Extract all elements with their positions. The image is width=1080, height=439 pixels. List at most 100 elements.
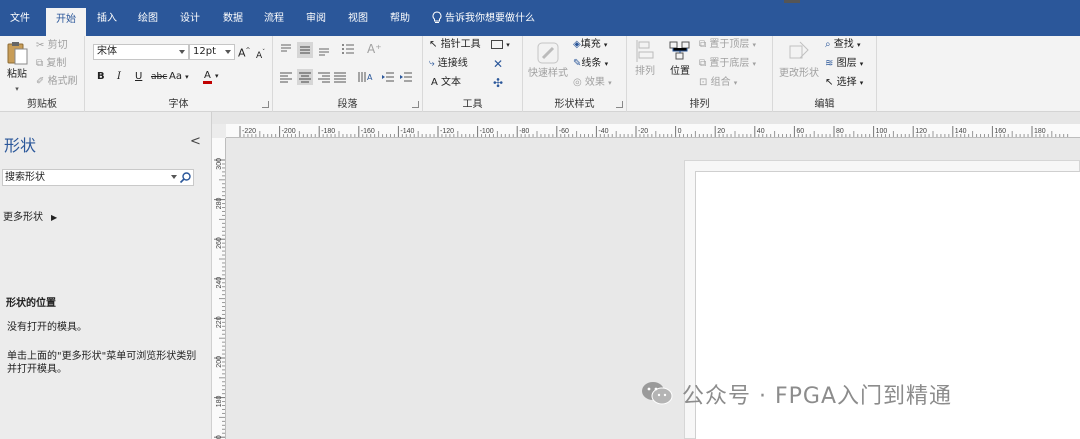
group-label-tools: 工具 xyxy=(462,99,483,110)
ruler-label: -40 xyxy=(598,128,608,135)
text-direction-icon[interactable]: A xyxy=(357,70,373,84)
tab-design[interactable]: 设计 xyxy=(176,10,204,28)
strikethrough-button[interactable]: abc xyxy=(151,70,167,84)
ruler-label: 120 xyxy=(915,128,927,135)
font-dialog-launcher[interactable] xyxy=(262,101,269,108)
pointer-tool-button[interactable]: ↖ 指针工具 xyxy=(429,38,481,52)
group-label-paragraph: 段落 xyxy=(337,99,358,110)
tab-view[interactable]: 视图 xyxy=(344,10,372,28)
copy-button[interactable]: ⧉ 复制 xyxy=(36,57,66,71)
effects-button[interactable]: ◎ 效果 ▾ xyxy=(573,76,612,90)
tab-home[interactable]: 开始 xyxy=(46,8,86,36)
increase-indent-icon[interactable] xyxy=(399,70,413,84)
line-label: 线条 xyxy=(581,58,602,69)
line-button[interactable]: ✎线条 ▾ xyxy=(573,57,608,71)
shrink-font-button[interactable]: Aˇ xyxy=(256,46,265,63)
bullets-icon[interactable] xyxy=(341,42,355,56)
align-objects-button[interactable]: 排列 xyxy=(633,40,657,79)
ruler-label: 160 xyxy=(216,435,223,439)
format-painter-button[interactable]: ✐ 格式刷 xyxy=(36,75,78,89)
tab-data[interactable]: 数据 xyxy=(219,10,247,28)
fill-button[interactable]: ◈填充 ▾ xyxy=(573,38,607,52)
pointer-icon: ↖ xyxy=(429,39,438,50)
brush-icon: ✐ xyxy=(36,76,45,87)
connection-point-icon[interactable]: ✣ xyxy=(493,76,503,90)
chevron-down-icon: ▾ xyxy=(15,85,19,93)
chevron-down-icon: ▾ xyxy=(752,41,757,49)
tell-me-search[interactable]: 告诉我你想要做什么 xyxy=(432,10,535,28)
group-clipboard: 粘贴 ▾ ✂ 剪切 ⧉ 复制 ✐ 格式刷 剪贴板 xyxy=(0,36,85,112)
tab-review[interactable]: 审阅 xyxy=(302,10,330,28)
shape-location-heading: 形状的位置 xyxy=(6,298,56,309)
decrease-indent-icon[interactable] xyxy=(381,70,395,84)
chevron-down-icon: ▾ xyxy=(608,79,612,87)
chevron-down-icon[interactable] xyxy=(171,175,177,179)
align-left-icon[interactable] xyxy=(279,70,293,84)
quick-styles-button[interactable]: 快速样式 xyxy=(527,40,569,81)
grow-font-label: A xyxy=(238,46,246,60)
align-center-icon[interactable] xyxy=(297,69,313,85)
underline-button[interactable]: U xyxy=(135,70,142,84)
paste-button[interactable]: 粘贴 ▾ xyxy=(4,40,30,96)
rectangle-tool-button[interactable]: ▾ xyxy=(491,38,510,52)
align-middle-icon[interactable] xyxy=(297,42,313,58)
shapes-pane-title: 形状 xyxy=(4,136,37,155)
font-size-select[interactable]: 12pt xyxy=(189,44,235,60)
change-shape-icon xyxy=(789,41,809,59)
grow-font-button[interactable]: A^ xyxy=(238,44,251,61)
position-label: 位置 xyxy=(670,66,690,77)
lightbulb-icon xyxy=(432,11,442,23)
justify-icon[interactable] xyxy=(333,70,347,84)
quick-styles-label: 快速样式 xyxy=(528,68,568,79)
chevron-down-icon xyxy=(179,50,185,54)
bold-button[interactable]: B xyxy=(97,70,105,84)
font-name-select[interactable]: 宋体 xyxy=(93,44,189,60)
align-bottom-icon[interactable] xyxy=(317,42,331,56)
shape-search-input[interactable]: 搜索形状 xyxy=(2,169,194,186)
connector-button[interactable]: ⤷ 连接线 xyxy=(429,57,468,71)
ruler-label: 60 xyxy=(796,128,804,135)
text-tool-button[interactable]: A 文本 xyxy=(431,76,461,90)
font-color-label: A xyxy=(203,70,212,84)
send-to-back-button[interactable]: ⧉ 置于底层 ▾ xyxy=(699,57,756,71)
tab-insert[interactable]: 插入 xyxy=(93,10,121,28)
tab-draw[interactable]: 绘图 xyxy=(134,10,162,28)
layers-button[interactable]: ≋ 图层 ▾ xyxy=(825,57,863,71)
cut-button[interactable]: ✂ 剪切 xyxy=(36,39,68,53)
scissors-icon: ✂ xyxy=(36,40,45,51)
tab-file[interactable]: 文件 xyxy=(6,10,34,28)
change-case-button[interactable]: Aa ▾ xyxy=(169,70,189,84)
bring-to-front-button[interactable]: ⧉ 置于顶层 ▾ xyxy=(699,38,756,52)
paragraph-dialog-launcher[interactable] xyxy=(412,101,419,108)
tab-help[interactable]: 帮助 xyxy=(386,10,414,28)
group-objects-button[interactable]: ⊡ 组合 ▾ xyxy=(699,76,737,90)
collapse-pane-button[interactable]: < xyxy=(190,134,201,149)
tab-process[interactable]: 流程 xyxy=(260,10,288,28)
font-color-button[interactable]: A ▾ xyxy=(203,69,219,84)
tell-me-label: 告诉我你想要做什么 xyxy=(445,13,535,24)
ruler-label: -180 xyxy=(321,128,335,135)
group-objects-label: 组合 xyxy=(710,77,731,88)
text-tool-label: 文本 xyxy=(441,77,462,88)
chevron-down-icon: ▾ xyxy=(506,41,510,49)
fill-bucket-icon: ◈ xyxy=(573,39,581,50)
align-top-icon[interactable] xyxy=(279,42,293,56)
align-right-icon[interactable] xyxy=(317,70,331,84)
group-label-shape-styles: 形状样式 xyxy=(554,99,595,110)
position-button[interactable]: 位置 xyxy=(667,40,693,79)
bring-front-icon: ⧉ xyxy=(699,39,707,50)
change-shape-label: 更改形状 xyxy=(779,68,819,79)
search-icon[interactable] xyxy=(179,171,192,184)
send-to-back-label: 置于底层 xyxy=(709,58,750,69)
text-icon: A xyxy=(431,77,438,88)
find-button[interactable]: ⌕ 查找 ▾ xyxy=(825,38,861,52)
change-shape-button[interactable]: 更改形状 xyxy=(777,40,821,81)
shape-styles-dialog-launcher[interactable] xyxy=(616,101,623,108)
more-shapes-menu[interactable]: 更多形状 ▶ xyxy=(3,208,57,223)
group-icon: ⊡ xyxy=(699,77,708,88)
text-spacing-icon[interactable]: A⁺ xyxy=(367,42,382,56)
ruler-label: -100 xyxy=(480,128,494,135)
select-button[interactable]: ↖ 选择 ▾ xyxy=(825,76,863,90)
italic-button[interactable]: I xyxy=(117,70,121,84)
close-icon[interactable]: ✕ xyxy=(493,57,503,71)
